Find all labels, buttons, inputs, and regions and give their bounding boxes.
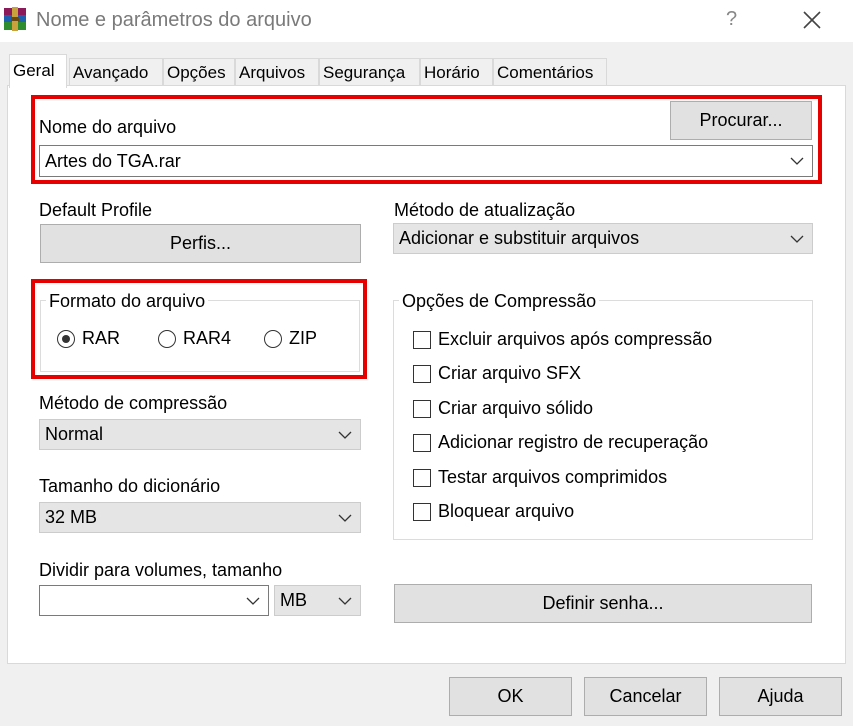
title-bar: Nome e parâmetros do arquivo ? bbox=[0, 0, 853, 42]
tab-seguranca[interactable]: Segurança bbox=[319, 58, 420, 86]
checkbox-create-sfx[interactable]: Criar arquivo SFX bbox=[413, 363, 581, 384]
checkbox-label: Testar arquivos comprimidos bbox=[438, 467, 668, 487]
radio-unselected-icon bbox=[264, 329, 282, 348]
compression-method-label: Método de compressão bbox=[39, 393, 228, 413]
chevron-down-icon[interactable] bbox=[338, 431, 352, 439]
tab-arquivos[interactable]: Arquivos bbox=[235, 58, 319, 86]
radio-unselected-icon bbox=[158, 329, 176, 348]
split-unit-select[interactable]: MB bbox=[274, 585, 361, 616]
checkbox-label: Criar arquivo SFX bbox=[438, 363, 582, 383]
checkbox-lock-archive[interactable]: Bloquear arquivo bbox=[413, 501, 574, 522]
close-icon[interactable] bbox=[800, 6, 824, 34]
checkbox-icon bbox=[413, 399, 431, 418]
checkbox-icon bbox=[413, 502, 431, 521]
chevron-down-icon[interactable] bbox=[338, 514, 352, 522]
update-method-value: Adicionar e substituir arquivos bbox=[399, 228, 640, 248]
tab-geral[interactable]: Geral bbox=[9, 54, 67, 88]
dictionary-size-label: Tamanho do dicionário bbox=[39, 476, 221, 496]
checkbox-recovery-record[interactable]: Adicionar registro de recuperação bbox=[413, 432, 708, 453]
archive-format-title: Formato do arquivo bbox=[46, 291, 209, 312]
radio-rar4[interactable]: RAR4 bbox=[158, 328, 231, 349]
browse-button[interactable]: Procurar... bbox=[670, 101, 812, 140]
chevron-down-icon[interactable] bbox=[790, 157, 804, 165]
radio-rar[interactable]: RAR bbox=[57, 328, 120, 349]
checkbox-icon bbox=[413, 330, 431, 349]
archive-name-combo[interactable]: Artes do TGA.rar bbox=[39, 145, 813, 177]
ok-button[interactable]: OK bbox=[449, 677, 572, 716]
checkbox-icon bbox=[413, 433, 431, 452]
chevron-down-icon[interactable] bbox=[790, 235, 804, 243]
set-password-button[interactable]: Definir senha... bbox=[394, 584, 812, 623]
split-volumes-label: Dividir para volumes, tamanho bbox=[39, 560, 283, 580]
checkbox-label: Criar arquivo sólido bbox=[438, 398, 594, 418]
winrar-app-icon bbox=[4, 7, 26, 31]
tab-opcoes[interactable]: Opções bbox=[163, 58, 235, 86]
tab-strip: Geral Avançado Opções Arquivos Segurança… bbox=[0, 54, 853, 88]
checkbox-delete-after[interactable]: Excluir arquivos após compressão bbox=[413, 329, 712, 350]
help-button[interactable]: Ajuda bbox=[719, 677, 842, 716]
checkbox-label: Adicionar registro de recuperação bbox=[438, 432, 709, 452]
compression-method-select[interactable]: Normal bbox=[39, 419, 361, 450]
split-size-combo[interactable] bbox=[39, 585, 269, 616]
checkbox-icon bbox=[413, 364, 431, 383]
checkbox-icon bbox=[413, 468, 431, 487]
compression-options-title: Opções de Compressão bbox=[399, 291, 600, 312]
compression-method-value: Normal bbox=[45, 424, 104, 444]
checkbox-test-files[interactable]: Testar arquivos comprimidos bbox=[413, 467, 667, 488]
default-profile-label: Default Profile bbox=[39, 200, 153, 220]
tab-comentarios[interactable]: Comentários bbox=[493, 58, 607, 86]
tab-horario[interactable]: Horário bbox=[420, 58, 493, 86]
profiles-button[interactable]: Perfis... bbox=[40, 224, 361, 263]
update-method-select[interactable]: Adicionar e substituir arquivos bbox=[393, 223, 813, 254]
radio-selected-icon bbox=[57, 329, 75, 348]
checkbox-label: Excluir arquivos após compressão bbox=[438, 329, 713, 349]
dictionary-size-value: 32 MB bbox=[45, 507, 98, 527]
radio-rar-label: RAR bbox=[82, 328, 121, 348]
chevron-down-icon[interactable] bbox=[338, 597, 352, 605]
checkbox-solid[interactable]: Criar arquivo sólido bbox=[413, 398, 593, 419]
dictionary-size-select[interactable]: 32 MB bbox=[39, 502, 361, 533]
archive-name-value: Artes do TGA.rar bbox=[45, 150, 181, 171]
split-unit-value: MB bbox=[280, 590, 307, 610]
chevron-down-icon[interactable] bbox=[246, 597, 260, 605]
help-title-button[interactable]: ? bbox=[726, 8, 737, 31]
tab-avancado[interactable]: Avançado bbox=[69, 58, 163, 86]
window-title: Nome e parâmetros do arquivo bbox=[36, 9, 312, 31]
radio-zip[interactable]: ZIP bbox=[264, 328, 317, 349]
cancel-button[interactable]: Cancelar bbox=[584, 677, 707, 716]
archive-name-label: Nome do arquivo bbox=[39, 117, 177, 137]
update-method-label: Método de atualização bbox=[394, 200, 576, 220]
radio-zip-label: ZIP bbox=[289, 328, 318, 348]
checkbox-label: Bloquear arquivo bbox=[438, 501, 575, 521]
radio-rar4-label: RAR4 bbox=[183, 328, 232, 348]
